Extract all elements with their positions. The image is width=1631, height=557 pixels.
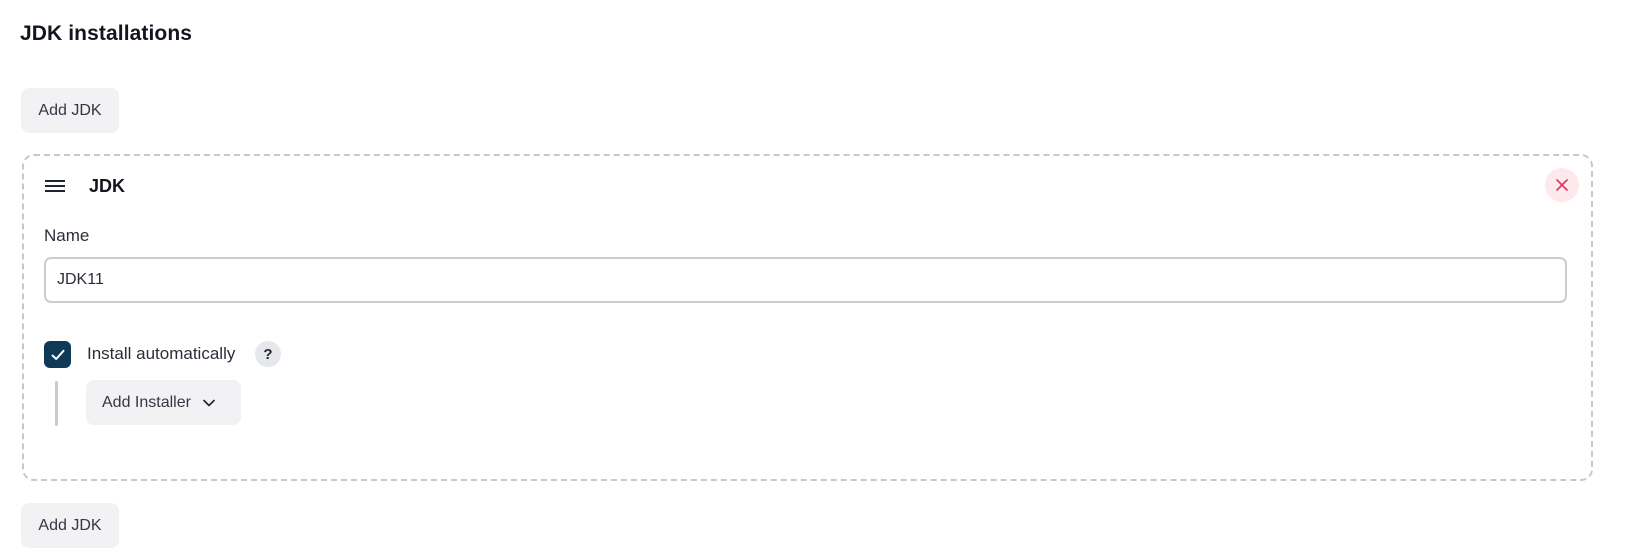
name-input[interactable] <box>44 257 1567 303</box>
chevron-down-icon <box>203 399 215 407</box>
add-jdk-button-label: Add JDK <box>38 516 102 534</box>
jdk-card: JDK Name Install automatically ? <box>22 154 1593 481</box>
drag-handle-icon[interactable] <box>45 179 65 193</box>
jdk-installations-page: JDK installations Add JDK JDK Name JDK11… <box>0 0 1631 557</box>
close-icon <box>1556 179 1568 191</box>
nested-indent-bar <box>55 381 58 426</box>
section-title: JDK installations <box>20 22 193 45</box>
add-jdk-button-label: Add JDK <box>38 101 102 119</box>
install-automatically-label[interactable]: Install automatically <box>87 344 235 364</box>
name-label: Name <box>44 226 90 245</box>
add-installer-label: Add Installer <box>102 393 191 411</box>
delete-jdk-button[interactable] <box>1545 168 1579 202</box>
help-icon[interactable]: ? <box>255 341 281 367</box>
add-installer-button[interactable]: Add Installer <box>86 380 241 425</box>
add-jdk-button-bottom[interactable]: Add JDK <box>21 503 119 548</box>
help-icon-label: ? <box>263 345 273 363</box>
install-automatically-checkbox[interactable] <box>44 341 71 368</box>
add-jdk-button-top[interactable]: Add JDK <box>21 88 119 133</box>
checkmark-icon <box>51 349 65 361</box>
jdk-card-title: JDK <box>89 176 126 196</box>
